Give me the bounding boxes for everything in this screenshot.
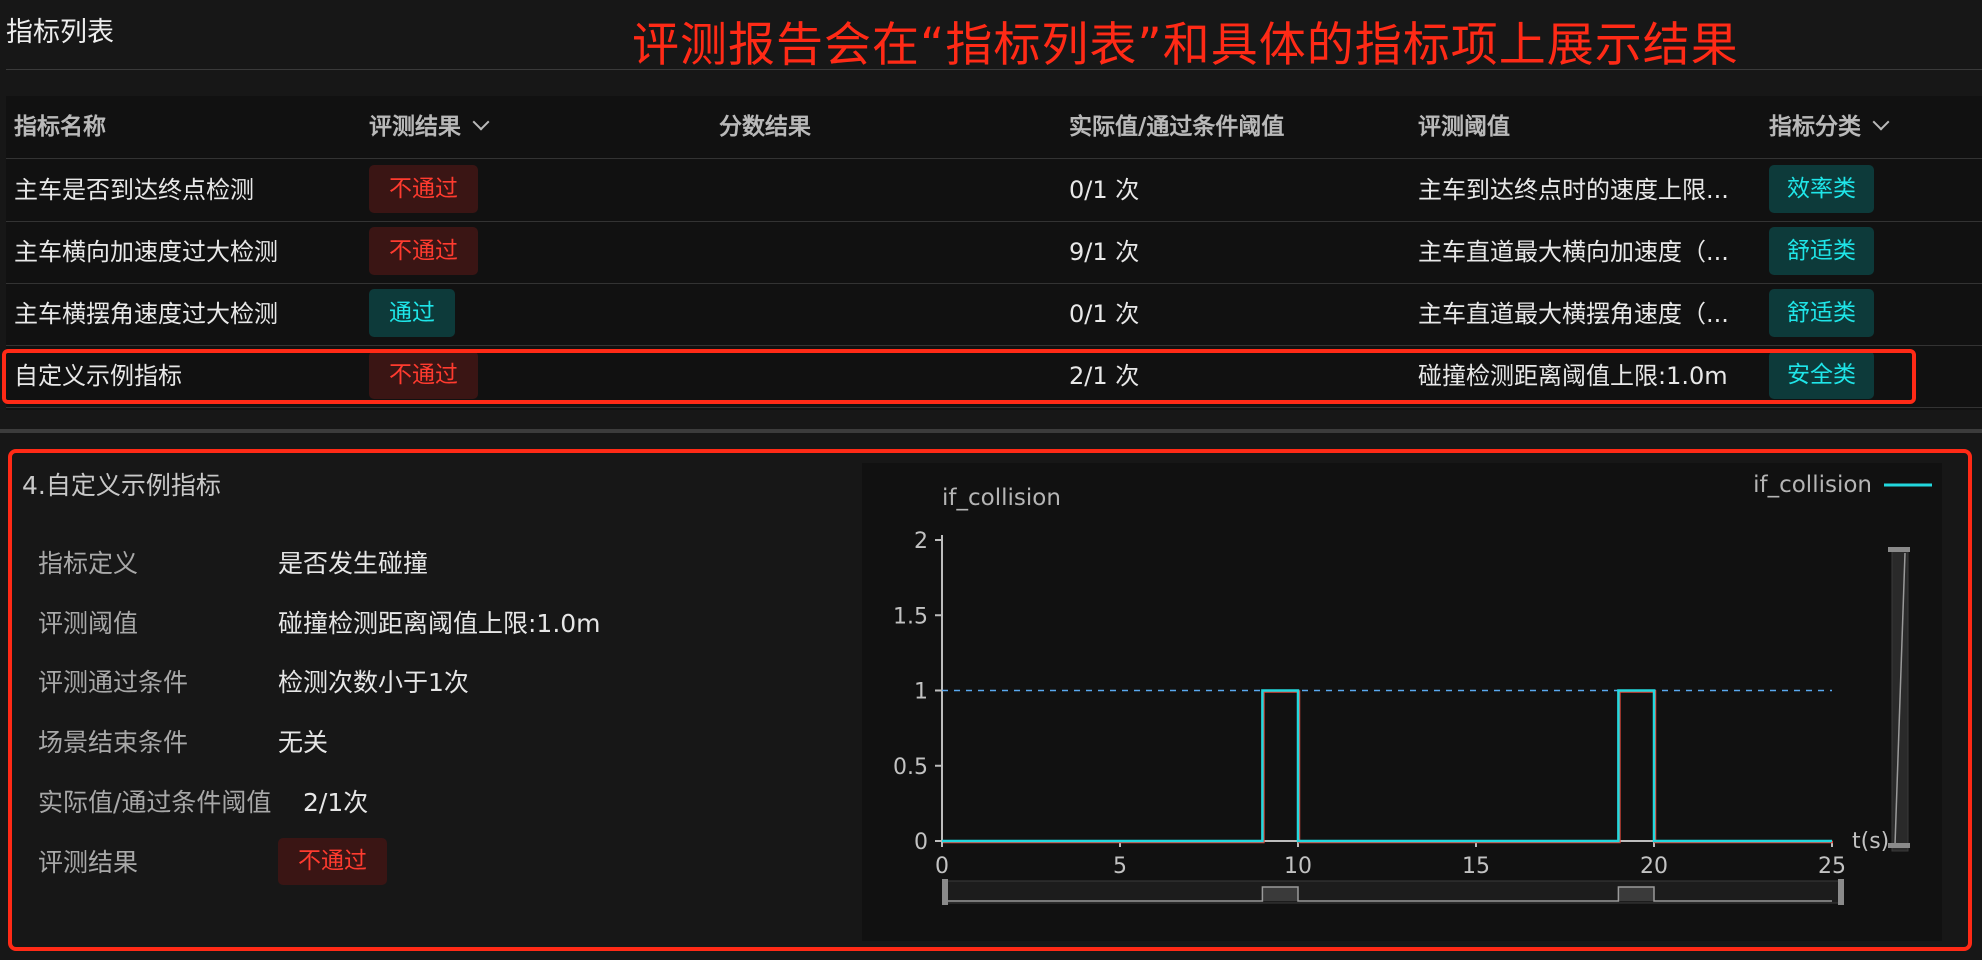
annotation-caption: 评测报告会在“指标列表”和具体的指标项上展示结果 bbox=[632, 18, 1739, 73]
status-badge: 不通过 bbox=[369, 227, 478, 275]
field-label-threshold: 评测阈值 bbox=[38, 609, 139, 638]
header-score: 分数结果 bbox=[719, 114, 811, 140]
field-value-actual: 2/1次 bbox=[303, 788, 369, 817]
page-title: 指标列表 bbox=[6, 17, 114, 48]
vertical-zoom-handle-top bbox=[1888, 547, 1910, 552]
category-badge: 效率类 bbox=[1769, 165, 1874, 213]
field-value-definition: 是否发生碰撞 bbox=[278, 549, 429, 578]
detail-title: 4.自定义示例指标 bbox=[22, 471, 221, 500]
score-cell bbox=[719, 221, 1049, 283]
zoom-slider-track bbox=[945, 880, 1843, 904]
title-divider bbox=[6, 69, 1982, 70]
vertical-zoom-handle-bottom bbox=[1888, 843, 1910, 848]
row-highlight-box bbox=[2, 349, 1916, 404]
score-cell bbox=[719, 159, 1049, 221]
y-tick-label: 1.5 bbox=[893, 604, 928, 629]
field-label-definition: 指标定义 bbox=[38, 549, 139, 578]
metric-name: 主车横向加速度过大检测 bbox=[14, 238, 278, 266]
x-tick-label: 10 bbox=[1284, 854, 1312, 879]
x-tick-label: 0 bbox=[935, 854, 949, 879]
metric-name: 主车是否到达终点检测 bbox=[14, 176, 254, 204]
result-cell: 不通过 bbox=[369, 159, 699, 221]
field-value-end-condition: 无关 bbox=[278, 728, 329, 757]
chevron-down-icon[interactable] bbox=[472, 113, 490, 131]
category-badge: 舒适类 bbox=[1769, 289, 1874, 337]
field-label-end-condition: 场景结束条件 bbox=[38, 728, 189, 757]
table-header-row: 指标名称 评测结果 分数结果 实际值/通过条件阈值 评测阈值 指标分类 bbox=[6, 96, 1982, 159]
y-tick-label: 0 bbox=[914, 830, 928, 855]
actual-value: 0/1 次 bbox=[1069, 300, 1140, 328]
score-cell bbox=[719, 283, 1049, 345]
field-label-actual: 实际值/通过条件阈值 bbox=[38, 788, 272, 817]
header-category-label: 指标分类 bbox=[1769, 114, 1861, 140]
header-category[interactable]: 指标分类 bbox=[1769, 96, 1969, 158]
section-divider bbox=[0, 429, 1982, 433]
field-label-result: 评测结果 bbox=[38, 848, 139, 877]
header-threshold: 评测阈值 bbox=[1418, 114, 1510, 140]
x-tick-label: 25 bbox=[1818, 854, 1846, 879]
y-tick-label: 2 bbox=[914, 529, 928, 554]
y-axis-label: if_collision bbox=[942, 485, 1061, 511]
table-row[interactable]: 主车横向加速度过大检测 不通过 9/1 次 主车直道最大横向加速度（... 舒适… bbox=[6, 221, 1982, 284]
x-axis-label: t(s) bbox=[1852, 829, 1889, 854]
legend-label: if_collision bbox=[1753, 472, 1872, 498]
field-label-pass-condition: 评测通过条件 bbox=[38, 668, 189, 697]
y-tick-label: 0.5 bbox=[893, 755, 928, 780]
status-badge: 通过 bbox=[369, 289, 455, 337]
threshold-value: 主车直道最大横向加速度（... bbox=[1418, 238, 1729, 266]
x-tick-label: 15 bbox=[1462, 854, 1490, 879]
zoom-handle-left bbox=[942, 879, 948, 905]
threshold-value: 主车到达终点时的速度上限... bbox=[1418, 176, 1729, 204]
header-eval-result[interactable]: 评测结果 bbox=[369, 96, 699, 158]
header-actual: 实际值/通过条件阈值 bbox=[1069, 114, 1285, 140]
zoom-handle-right bbox=[1838, 879, 1844, 905]
x-tick-label: 5 bbox=[1113, 854, 1127, 879]
chart-panel: if_collision if_collision 0 0.5 1 1.5 2 0 5 10 15 2… bbox=[862, 463, 1942, 941]
field-value-pass-condition: 检测次数小于1次 bbox=[278, 668, 469, 697]
category-cell: 舒适类 bbox=[1769, 283, 1969, 345]
table-row[interactable]: 主车横摆角速度过大检测 通过 0/1 次 主车直道最大横摆角速度（... 舒适类 bbox=[6, 283, 1982, 346]
header-eval-result-label: 评测结果 bbox=[369, 114, 461, 140]
actual-value: 0/1 次 bbox=[1069, 176, 1140, 204]
collision-chart: if_collision if_collision00.511.520 5 10 15 2… bbox=[893, 472, 1932, 905]
category-cell: 效率类 bbox=[1769, 159, 1969, 221]
result-cell: 通过 bbox=[369, 283, 699, 345]
metric-name: 主车横摆角速度过大检测 bbox=[14, 300, 278, 328]
table-row[interactable]: 主车是否到达终点检测 不通过 0/1 次 主车到达终点时的速度上限... 效率类 bbox=[6, 159, 1982, 222]
header-metric-name: 指标名称 bbox=[14, 114, 106, 140]
category-badge: 舒适类 bbox=[1769, 227, 1874, 275]
chevron-down-icon[interactable] bbox=[1872, 113, 1890, 131]
result-cell: 不通过 bbox=[369, 221, 699, 283]
actual-value: 9/1 次 bbox=[1069, 238, 1140, 266]
series-line-secondary bbox=[943, 690, 1833, 844]
status-badge: 不通过 bbox=[369, 165, 478, 213]
y-tick-label: 1 bbox=[914, 680, 928, 705]
series-line bbox=[942, 689, 1832, 843]
field-value-threshold: 碰撞检测距离阈值上限:1.0m bbox=[278, 609, 601, 638]
detail-status-badge: 不通过 bbox=[278, 838, 387, 885]
x-tick-label: 20 bbox=[1640, 854, 1668, 879]
category-cell: 舒适类 bbox=[1769, 221, 1969, 283]
threshold-value: 主车直道最大横摆角速度（... bbox=[1418, 300, 1729, 328]
